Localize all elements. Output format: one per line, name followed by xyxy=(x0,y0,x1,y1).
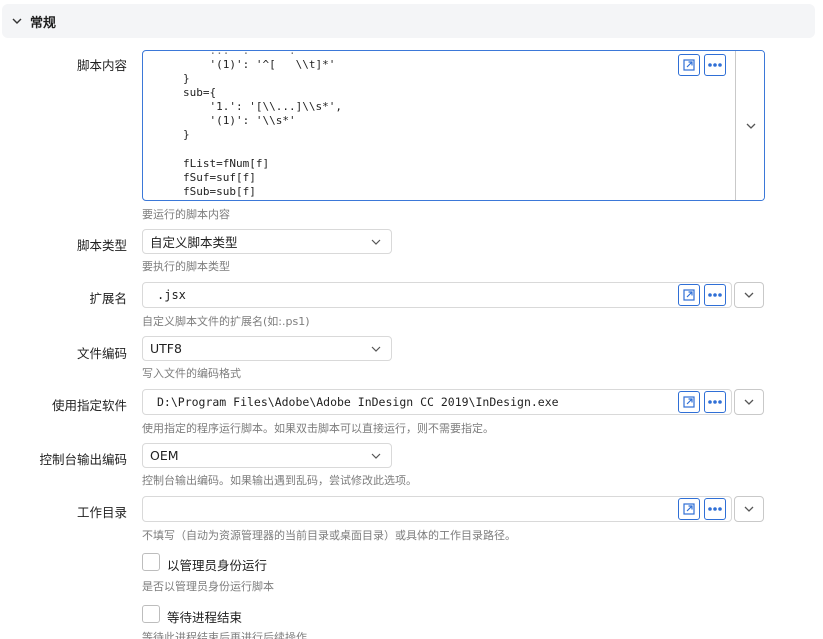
file-encoding-value: UTF8 xyxy=(150,341,182,356)
script-content-editor[interactable]: ... . . '(1)': '^[ \\t]*'} sub={ '1.': '[… xyxy=(142,50,765,201)
more-dots-icon xyxy=(708,400,722,404)
software-value: D:\Program Files\Adobe\Adobe InDesign CC… xyxy=(157,395,559,409)
console-encoding-label: 控制台输出编码 xyxy=(39,452,127,467)
code-line: '1.': '[\\...]\\s*', xyxy=(183,100,342,114)
open-external-icon xyxy=(683,59,695,71)
more-dots-icon xyxy=(708,63,722,67)
code-line: fSuf=suf[f] xyxy=(183,170,256,184)
software-open-button[interactable] xyxy=(678,391,700,413)
work-dir-open-button[interactable] xyxy=(678,498,700,520)
open-editor-button[interactable] xyxy=(678,54,700,76)
file-encoding-label: 文件编码 xyxy=(76,346,127,361)
console-encoding-value: OEM xyxy=(150,448,179,463)
wait-exit-label[interactable]: 等待进程结束 xyxy=(167,607,242,626)
script-type-label: 脚本类型 xyxy=(76,238,127,253)
more-dots-icon xyxy=(708,293,722,297)
chevron-down-icon xyxy=(744,399,754,405)
section-title: 常规 xyxy=(30,15,57,31)
work-dir-label: 工作目录 xyxy=(76,505,127,520)
extension-label: 扩展名 xyxy=(89,291,127,306)
code-line: } xyxy=(183,128,190,142)
code-line: fList=fNum[f] xyxy=(183,156,270,170)
extension-hint: 自定义脚本文件的扩展名(如:.ps1) xyxy=(142,315,310,328)
work-dir-hint: 不填写（自动为资源管理器的当前目录或桌面目录）或具体的工作目录路径。 xyxy=(142,529,516,542)
script-code: '(1)': '^[ \\t]*'} sub={ '1.': '[\\...]\\… xyxy=(183,58,342,199)
code-line-cut: ... . . xyxy=(183,50,296,57)
more-options-button[interactable] xyxy=(704,54,726,76)
file-encoding-select[interactable]: UTF8 xyxy=(142,336,392,361)
software-more-button[interactable] xyxy=(704,391,726,413)
script-content-label: 脚本内容 xyxy=(76,58,127,73)
chevron-down-icon xyxy=(744,506,754,512)
extension-open-button[interactable] xyxy=(678,284,700,306)
extension-value: .jsx xyxy=(157,288,186,302)
extension-dropdown-button[interactable] xyxy=(734,282,764,308)
wait-exit-hint: 等待此进程结束后再进行后续操作 xyxy=(142,631,307,639)
chevron-down-icon xyxy=(744,292,754,298)
software-dropdown-button[interactable] xyxy=(734,389,764,415)
code-line: '(1)': '\\s*' xyxy=(183,114,296,128)
software-hint: 使用指定的程序运行脚本。如果双击脚本可以直接运行，则不需要指定。 xyxy=(142,422,494,435)
software-label: 使用指定软件 xyxy=(51,398,127,413)
run-as-admin-checkbox[interactable] xyxy=(142,553,160,571)
console-encoding-hint: 控制台输出编码。如果输出遇到乱码，尝试修改此选项。 xyxy=(142,474,417,487)
work-dir-dropdown-button[interactable] xyxy=(734,496,764,522)
script-type-hint: 要执行的脚本类型 xyxy=(142,260,230,273)
more-dots-icon xyxy=(708,507,722,511)
chevron-down-icon xyxy=(746,123,755,129)
open-external-icon xyxy=(683,503,695,515)
work-dir-more-button[interactable] xyxy=(704,498,726,520)
run-as-admin-label[interactable]: 以管理员身份运行 xyxy=(167,555,267,574)
code-line: } xyxy=(183,72,190,86)
software-input[interactable]: D:\Program Files\Adobe\Adobe InDesign CC… xyxy=(142,389,732,415)
chevron-down-icon xyxy=(371,346,381,352)
extension-more-button[interactable] xyxy=(704,284,726,306)
wait-exit-checkbox[interactable] xyxy=(142,605,160,623)
work-dir-input[interactable] xyxy=(142,496,732,522)
code-line: sub={ xyxy=(183,86,217,100)
run-as-admin-hint: 是否以管理员身份运行脚本 xyxy=(142,580,274,593)
script-type-value: 自定义脚本类型 xyxy=(150,235,238,250)
open-external-icon xyxy=(683,289,695,301)
script-content-expand[interactable] xyxy=(735,51,764,200)
open-external-icon xyxy=(683,396,695,408)
console-encoding-select[interactable]: OEM xyxy=(142,443,392,468)
extension-input[interactable]: .jsx xyxy=(142,282,732,308)
chevron-down-icon xyxy=(371,239,381,245)
chevron-down-icon xyxy=(12,18,22,24)
code-line: '(1)': '^[ \\t]*' xyxy=(183,58,336,71)
code-line: fSub=sub[f] xyxy=(183,184,256,198)
script-type-select[interactable]: 自定义脚本类型 xyxy=(142,229,392,254)
script-content-hint: 要运行的脚本内容 xyxy=(142,208,230,221)
section-header-general[interactable]: 常规 xyxy=(2,4,815,38)
chevron-down-icon xyxy=(371,453,381,459)
file-encoding-hint: 写入文件的编码格式 xyxy=(142,367,241,380)
